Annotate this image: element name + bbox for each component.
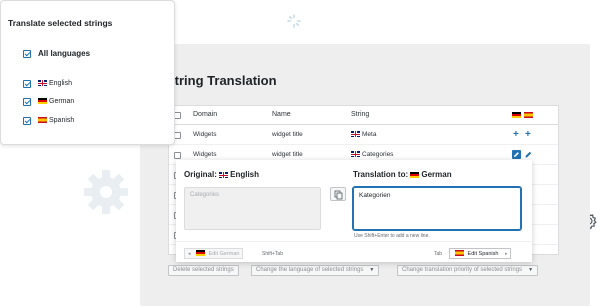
english-label: English — [49, 80, 72, 87]
add-translation-spanish-icon[interactable]: + — [525, 130, 531, 140]
row-name: widget title — [272, 151, 303, 158]
german-flag-icon — [38, 98, 47, 104]
table-row: Widgets widget title Meta + + — [169, 125, 558, 145]
edit-german-label: Edit German — [208, 251, 240, 257]
translation-heading: Translation to: German — [353, 170, 452, 179]
change-language-label: Change the language of selected strings — [256, 267, 364, 273]
english-flag-icon — [351, 131, 360, 137]
prev-shortcut-hint: Shift+Tab — [262, 251, 283, 257]
popup-footer: ◂ Edit German Shift+Tab Tab Edit Spanish… — [176, 241, 532, 262]
edit-german-button[interactable]: ◂ Edit German — [184, 248, 244, 259]
copy-icon — [334, 190, 343, 200]
card-title: Translate selected strings — [8, 18, 113, 28]
row-name: widget title — [272, 131, 303, 138]
chevron-down-icon: ▼ — [528, 267, 534, 273]
copy-original-button[interactable] — [330, 187, 346, 201]
row-string-text: Categories — [362, 151, 394, 158]
german-option: German — [38, 98, 74, 105]
row-domain: Widgets — [193, 131, 217, 138]
delete-selected-button[interactable]: Delete selected strings — [168, 265, 239, 276]
translation-popup: Original: English Translation to: German… — [176, 160, 532, 262]
change-priority-select[interactable]: Change translation priority of selected … — [397, 265, 539, 276]
loading-spinner-icon — [287, 14, 301, 28]
english-flag-icon — [351, 151, 360, 157]
select-all-checkbox[interactable] — [174, 112, 181, 119]
translate-languages-card: Translate selected strings All languages… — [0, 0, 175, 145]
translation-textarea[interactable]: Kategorien — [353, 187, 521, 230]
spanish-flag-icon — [38, 117, 47, 123]
english-option: English — [38, 80, 72, 87]
original-language: English — [230, 170, 260, 179]
original-heading: Original: English — [184, 170, 259, 179]
row-domain: Widgets — [193, 151, 217, 158]
spanish-label: Spanish — [49, 117, 75, 124]
arrow-right-icon: ▸ — [504, 251, 508, 257]
spanish-option: Spanish — [38, 117, 74, 124]
original-label: Original: — [184, 170, 217, 179]
row-checkbox[interactable] — [174, 132, 181, 139]
chevron-down-icon: ▼ — [369, 267, 375, 273]
gear-icon — [84, 170, 128, 214]
newline-hint: Use Shift+Enter to add a new line. — [354, 233, 430, 239]
next-shortcut-hint: Tab — [434, 251, 443, 257]
page-title: String Translation — [166, 73, 277, 88]
translation-label: Translation to: — [353, 170, 409, 179]
all-languages-label: All languages — [38, 49, 91, 58]
german-checkbox[interactable] — [23, 98, 31, 106]
edit-translation-spanish-icon[interactable] — [524, 150, 533, 159]
row-string-text: Meta — [362, 131, 377, 138]
english-checkbox[interactable] — [23, 80, 31, 88]
german-flag-icon — [512, 112, 521, 118]
delete-selected-label: Delete selected strings — [173, 267, 234, 273]
german-flag-icon — [410, 172, 420, 178]
column-header-domain: Domain — [193, 111, 218, 118]
row-checkbox[interactable] — [174, 152, 181, 159]
original-text-field: Categories — [184, 187, 321, 230]
column-header-string: String — [351, 111, 370, 118]
german-label: German — [49, 98, 75, 105]
translation-language: German — [421, 170, 452, 179]
german-flag-icon — [196, 250, 206, 256]
change-priority-label: Change translation priority of selected … — [402, 267, 523, 273]
add-translation-german-icon[interactable]: + — [513, 130, 519, 140]
edit-translation-german-icon[interactable] — [512, 150, 521, 159]
english-flag-icon — [219, 172, 229, 178]
column-header-name: Name — [272, 111, 291, 118]
change-language-select[interactable]: Change the language of selected strings ▼ — [251, 265, 380, 276]
spanish-checkbox[interactable] — [23, 117, 31, 125]
edit-spanish-button[interactable]: Edit Spanish ▸ — [449, 248, 512, 259]
spanish-flag-icon — [524, 112, 533, 118]
row-string: Meta — [351, 131, 376, 138]
all-languages-checkbox[interactable] — [23, 50, 31, 58]
spanish-flag-icon — [455, 250, 464, 256]
english-flag-icon — [38, 80, 47, 86]
table-header: Domain Name String — [169, 106, 558, 125]
edit-spanish-label: Edit Spanish — [467, 251, 499, 257]
arrow-left-icon: ◂ — [188, 251, 191, 257]
row-string: Categories — [351, 151, 393, 158]
